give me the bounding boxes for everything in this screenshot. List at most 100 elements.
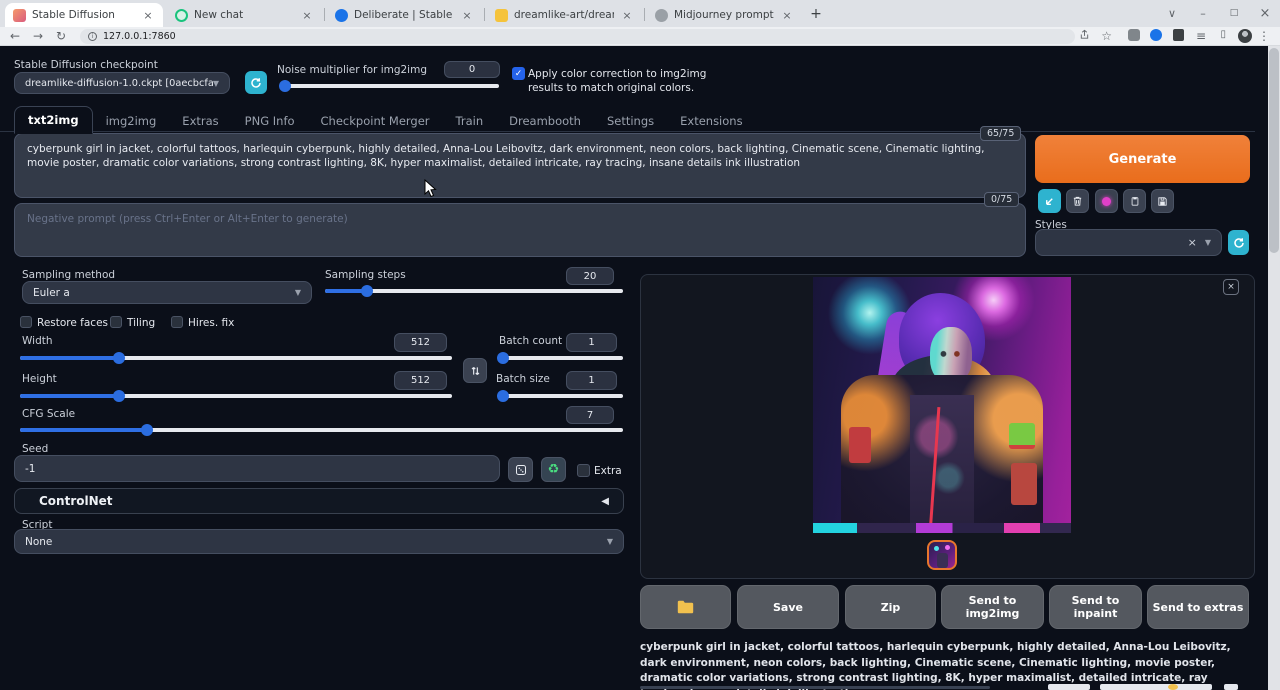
window-close-button[interactable]: × <box>1250 0 1280 26</box>
neon-bottom-strip <box>813 523 1071 533</box>
reading-list-icon[interactable]: ≡ <box>1196 29 1206 43</box>
back-icon[interactable]: ← <box>10 29 20 43</box>
browser-tab-title: Stable Diffusion <box>32 9 135 21</box>
apply-style-button[interactable] <box>1123 189 1146 213</box>
seed-input[interactable]: -1 <box>14 455 500 482</box>
tab-close-icon[interactable]: × <box>620 9 634 22</box>
width-value[interactable]: 512 <box>394 333 447 352</box>
negative-prompt-input[interactable] <box>14 203 1026 257</box>
script-dropdown[interactable]: None ▼ <box>14 529 624 554</box>
batch-count-label: Batch count <box>499 335 562 347</box>
width-slider[interactable] <box>20 356 452 360</box>
window-maximize-button[interactable]: □ <box>1219 0 1249 26</box>
reuse-seed-button[interactable]: ♻ <box>541 457 566 482</box>
save-style-button[interactable] <box>1151 189 1174 213</box>
bookmark-star-icon[interactable]: ☆ <box>1101 29 1112 43</box>
browser-tab-deliberate[interactable]: Deliberate | Stable Diffusion Che × <box>327 3 482 27</box>
height-slider[interactable] <box>20 394 452 398</box>
send-to-extras-button[interactable]: Send to extras <box>1147 585 1249 629</box>
cfg-scale-value[interactable]: 7 <box>566 406 614 424</box>
random-seed-button[interactable] <box>508 457 533 482</box>
new-chat-favicon <box>175 9 188 22</box>
styles-dropdown[interactable]: × ▼ <box>1035 229 1222 256</box>
batch-count-slider[interactable] <box>498 356 623 360</box>
prompt-token-counter: 65/75 <box>980 126 1021 141</box>
browser-menu-chevron-icon[interactable]: ∨ <box>1157 0 1187 26</box>
sampling-method-dropdown[interactable]: Euler a ▼ <box>22 281 312 304</box>
negative-prompt-token-counter: 0/75 <box>984 192 1019 207</box>
save-button[interactable]: Save <box>737 585 839 629</box>
color-correction-checkbox[interactable]: ✓ <box>512 67 525 80</box>
extension-grid-icon[interactable] <box>1128 29 1140 44</box>
gallery-thumbnail-selected[interactable] <box>927 540 957 570</box>
new-tab-button[interactable]: + <box>806 5 826 25</box>
batch-count-value[interactable]: 1 <box>566 333 617 352</box>
side-panel-icon[interactable]: ▯ <box>1220 29 1226 40</box>
extra-seed-checkbox[interactable] <box>577 464 590 477</box>
restore-faces-checkbox[interactable] <box>20 316 32 328</box>
deliberate-favicon <box>335 9 348 22</box>
checkpoint-dropdown[interactable]: dreamlike-diffusion-1.0.ckpt [0aecbcfa2c… <box>14 72 230 94</box>
address-bar[interactable]: i 127.0.0.1:7860 <box>80 29 1075 44</box>
zip-button[interactable]: Zip <box>845 585 936 629</box>
reload-icon[interactable]: ↻ <box>56 29 66 43</box>
cfg-scale-label: CFG Scale <box>22 408 75 420</box>
browser-tab-title: Deliberate | Stable Diffusion Che <box>354 9 454 21</box>
browser-menu-dots-icon[interactable]: ⋮ <box>1258 29 1270 43</box>
extension-pin-icon[interactable] <box>1173 29 1184 44</box>
height-value[interactable]: 512 <box>394 371 447 390</box>
page-scrollbar-track[interactable] <box>1268 46 1280 690</box>
batch-size-label: Batch size <box>496 373 550 385</box>
window-minimize-button[interactable]: – <box>1188 0 1218 26</box>
profile-avatar[interactable] <box>1238 29 1252 46</box>
generate-button[interactable]: Generate <box>1035 135 1250 183</box>
close-preview-button[interactable]: × <box>1223 279 1239 295</box>
sampling-steps-value[interactable]: 20 <box>566 267 614 285</box>
hires-fix-checkbox[interactable] <box>171 316 183 328</box>
generated-image[interactable] <box>813 277 1071 533</box>
browser-tab-stable-diffusion[interactable]: Stable Diffusion × <box>5 3 163 27</box>
extension-blue-icon[interactable] <box>1150 29 1162 44</box>
paste-generation-params-button[interactable] <box>1038 189 1061 213</box>
tab-close-icon[interactable]: × <box>300 9 314 22</box>
extra-networks-button[interactable] <box>1095 189 1118 213</box>
controlnet-accordion[interactable]: ControlNet ◀ <box>14 488 624 514</box>
refresh-icon <box>1233 237 1245 249</box>
prompt-input[interactable]: cyberpunk girl in jacket, colorful tatto… <box>14 133 1026 198</box>
page-info-icon[interactable]: i <box>88 32 97 41</box>
cfg-scale-slider[interactable] <box>20 428 623 432</box>
noise-multiplier-slider[interactable] <box>281 84 499 88</box>
tab-close-icon[interactable]: × <box>460 9 474 22</box>
clear-prompt-button[interactable] <box>1066 189 1089 213</box>
share-icon[interactable] <box>1079 29 1090 43</box>
browser-tab-new-chat[interactable]: New chat × <box>167 3 322 27</box>
swap-width-height-button[interactable] <box>463 358 487 383</box>
width-label: Width <box>22 335 53 347</box>
tiling-checkbox[interactable] <box>110 316 122 328</box>
noise-multiplier-value[interactable]: 0 <box>444 61 500 78</box>
browser-tab-midjourney[interactable]: Midjourney prompt examples : L × <box>647 3 802 27</box>
styles-refresh-button[interactable] <box>1228 230 1249 255</box>
sampling-method-label: Sampling method <box>22 269 115 281</box>
send-to-img2img-button[interactable]: Send to img2img <box>941 585 1044 629</box>
checkpoint-refresh-button[interactable] <box>245 71 267 94</box>
batch-size-slider[interactable] <box>498 394 623 398</box>
send-to-inpaint-button[interactable]: Send to inpaint <box>1049 585 1142 629</box>
page-scrollbar-thumb[interactable] <box>1269 48 1279 253</box>
sampling-steps-slider[interactable] <box>325 289 623 293</box>
clear-styles-icon[interactable]: × <box>1188 236 1197 249</box>
noise-multiplier-label: Noise multiplier for img2img <box>277 64 427 76</box>
forward-icon[interactable]: → <box>33 29 43 43</box>
generation-info-text: cyberpunk girl in jacket, colorful tatto… <box>640 640 1253 690</box>
tab-divider <box>644 8 645 21</box>
tab-close-icon[interactable]: × <box>780 9 794 22</box>
extra-seed-label: Extra <box>594 465 622 477</box>
sampling-method-value: Euler a <box>33 287 70 299</box>
stable-diffusion-favicon <box>13 9 26 22</box>
browser-tab-dreamlike[interactable]: dreamlike-art/dreamlike-diffusio × <box>487 3 642 27</box>
tab-close-icon[interactable]: × <box>141 9 155 22</box>
browser-tab-title: New chat <box>194 9 294 21</box>
tab-txt2img[interactable]: txt2img <box>14 106 93 134</box>
open-folder-button[interactable] <box>640 585 731 629</box>
batch-size-value[interactable]: 1 <box>566 371 617 390</box>
